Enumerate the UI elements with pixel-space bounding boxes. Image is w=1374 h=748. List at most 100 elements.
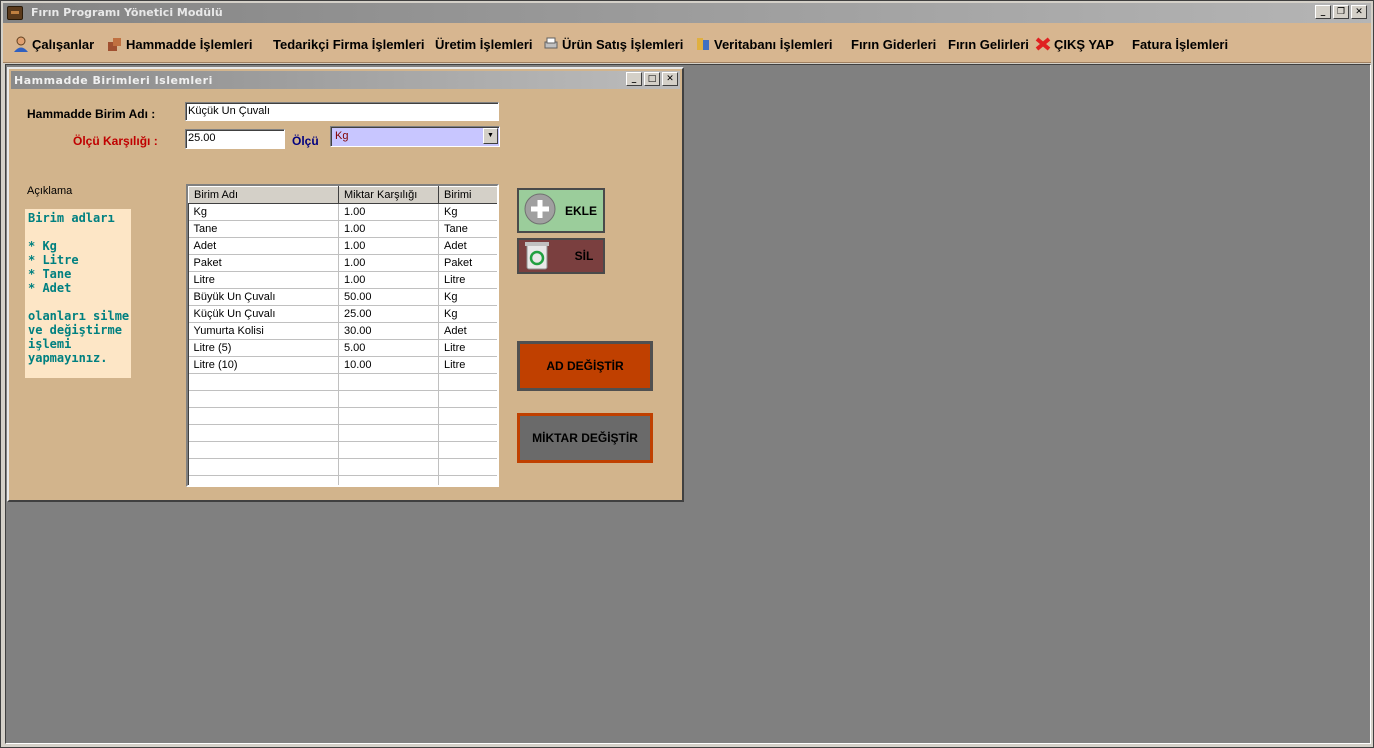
table-cell[interactable]: Küçük Un Çuvalı — [188, 305, 339, 323]
menu-uretim[interactable]: Üretim İşlemleri — [435, 35, 533, 53]
table-cell[interactable]: Adet — [438, 237, 497, 255]
table-cell[interactable] — [438, 441, 497, 459]
olcu-select[interactable]: Kg ▼ — [330, 126, 500, 147]
table-row[interactable] — [188, 441, 497, 459]
menu-urun-satis[interactable]: Ürün Satış İşlemleri — [543, 35, 683, 53]
table-cell[interactable]: Kg — [188, 203, 339, 221]
table-cell[interactable] — [188, 458, 339, 476]
child-maximize-button[interactable]: □ — [644, 72, 660, 86]
menu-tedarikci[interactable]: Tedarikçi Firma İşlemleri — [273, 35, 425, 53]
table-row[interactable]: Litre (10) 10.00 Litre — [188, 356, 497, 374]
table-cell[interactable]: 10.00 — [338, 356, 439, 374]
table-cell[interactable]: Adet — [438, 322, 497, 340]
table-cell[interactable] — [338, 441, 439, 459]
table-cell[interactable] — [438, 407, 497, 425]
table-cell[interactable]: 1.00 — [338, 254, 439, 272]
table-cell[interactable]: Tane — [188, 220, 339, 238]
column-header[interactable]: Birimi — [438, 186, 497, 204]
table-cell[interactable]: Litre (10) — [188, 356, 339, 374]
table-cell[interactable] — [438, 390, 497, 408]
minimize-button[interactable]: _ — [1315, 5, 1331, 19]
table-cell[interactable] — [188, 475, 339, 485]
menu-bar: Çalışanlar Hammadde İşlemleri Tedarikçi … — [3, 23, 1371, 63]
title-bar[interactable]: Fırın Programı Yönetici Modülü _ ❐ ✕ — [3, 3, 1371, 23]
table-cell[interactable]: Kg — [438, 288, 497, 306]
table-row[interactable]: Litre 1.00 Litre — [188, 271, 497, 289]
table-cell[interactable]: 1.00 — [338, 203, 439, 221]
table-cell[interactable]: 1.00 — [338, 271, 439, 289]
restore-button[interactable]: ❐ — [1333, 5, 1349, 19]
table-cell[interactable]: Tane — [438, 220, 497, 238]
child-close-button[interactable]: ✕ — [662, 72, 678, 86]
menu-cikis[interactable]: ÇIKŞ YAP — [1035, 35, 1114, 53]
table-cell[interactable] — [338, 475, 439, 485]
table-row[interactable]: Küçük Un Çuvalı 25.00 Kg — [188, 305, 497, 323]
table-cell[interactable]: 5.00 — [338, 339, 439, 357]
table-cell[interactable]: 25.00 — [338, 305, 439, 323]
table-cell[interactable] — [338, 390, 439, 408]
table-cell[interactable] — [188, 390, 339, 408]
table-cell[interactable]: Litre — [438, 356, 497, 374]
close-button[interactable]: ✕ — [1351, 5, 1367, 19]
birim-table[interactable]: Birim Adı Miktar Karşılığı Birimi Kg 1.00… — [186, 184, 499, 487]
chevron-down-icon[interactable]: ▼ — [483, 128, 498, 144]
table-row[interactable]: Paket 1.00 Paket — [188, 254, 497, 272]
column-header[interactable]: Birim Adı — [188, 186, 339, 204]
table-cell[interactable]: Yumurta Kolisi — [188, 322, 339, 340]
menu-firin-gelirleri[interactable]: Fırın Gelirleri — [948, 35, 1029, 53]
menu-firin-giderleri[interactable]: Fırın Giderleri — [851, 35, 936, 53]
table-cell[interactable]: Kg — [438, 203, 497, 221]
child-title-bar[interactable]: Hammadde Birimleri Islemleri _ □ ✕ — [11, 71, 680, 89]
table-cell[interactable]: 1.00 — [338, 220, 439, 238]
table-cell[interactable] — [188, 441, 339, 459]
table-cell[interactable] — [438, 424, 497, 442]
sil-button[interactable]: SİL — [517, 238, 605, 274]
table-cell[interactable]: Litre (5) — [188, 339, 339, 357]
table-cell[interactable]: Adet — [188, 237, 339, 255]
table-row[interactable] — [188, 373, 497, 391]
table-cell[interactable]: 1.00 — [338, 237, 439, 255]
menu-fatura[interactable]: Fatura İşlemleri — [1132, 35, 1228, 53]
table-cell[interactable] — [338, 407, 439, 425]
menu-label: Fırın Giderleri — [851, 36, 937, 52]
table-row[interactable] — [188, 390, 497, 408]
menu-hammadde[interactable]: Hammadde İşlemleri — [107, 35, 252, 53]
miktar-degistir-button[interactable]: MİKTAR DEĞİŞTİR — [517, 413, 653, 463]
ad-degistir-button[interactable]: AD DEĞİŞTİR — [517, 341, 653, 391]
table-cell[interactable] — [188, 424, 339, 442]
table-cell[interactable] — [338, 373, 439, 391]
table-cell[interactable]: 30.00 — [338, 322, 439, 340]
table-cell[interactable]: Paket — [188, 254, 339, 272]
table-row[interactable]: Yumurta Kolisi 30.00 Adet — [188, 322, 497, 340]
table-row[interactable]: Adet 1.00 Adet — [188, 237, 497, 255]
table-cell[interactable] — [338, 458, 439, 476]
table-row[interactable]: Litre (5) 5.00 Litre — [188, 339, 497, 357]
table-row[interactable]: Büyük Un Çuvalı 50.00 Kg — [188, 288, 497, 306]
olcu-karsiligi-input[interactable]: 25.00 — [185, 129, 285, 149]
table-row[interactable] — [188, 475, 497, 485]
table-cell[interactable]: Kg — [438, 305, 497, 323]
table-row[interactable]: Kg 1.00 Kg — [188, 203, 497, 221]
table-cell[interactable]: Litre — [438, 271, 497, 289]
table-row[interactable] — [188, 458, 497, 476]
table-cell[interactable]: Paket — [438, 254, 497, 272]
child-minimize-button[interactable]: _ — [626, 72, 642, 86]
ekle-button[interactable]: EKLE — [517, 188, 605, 233]
table-cell[interactable] — [338, 424, 439, 442]
table-cell[interactable] — [188, 407, 339, 425]
table-cell[interactable]: Litre — [438, 339, 497, 357]
table-cell[interactable]: Litre — [188, 271, 339, 289]
table-cell[interactable] — [438, 475, 497, 485]
menu-calisanlar[interactable]: Çalışanlar — [13, 35, 94, 53]
table-cell[interactable] — [438, 373, 497, 391]
table-row[interactable] — [188, 424, 497, 442]
table-cell[interactable] — [188, 373, 339, 391]
table-cell[interactable] — [438, 458, 497, 476]
table-row[interactable]: Tane 1.00 Tane — [188, 220, 497, 238]
birim-adi-input[interactable]: Küçük Un Çuvalı — [185, 102, 499, 121]
table-cell[interactable]: Büyük Un Çuvalı — [188, 288, 339, 306]
menu-veritabani[interactable]: Veritabanı İşlemleri — [695, 35, 833, 53]
column-header[interactable]: Miktar Karşılığı — [338, 186, 439, 204]
table-cell[interactable]: 50.00 — [338, 288, 439, 306]
table-row[interactable] — [188, 407, 497, 425]
